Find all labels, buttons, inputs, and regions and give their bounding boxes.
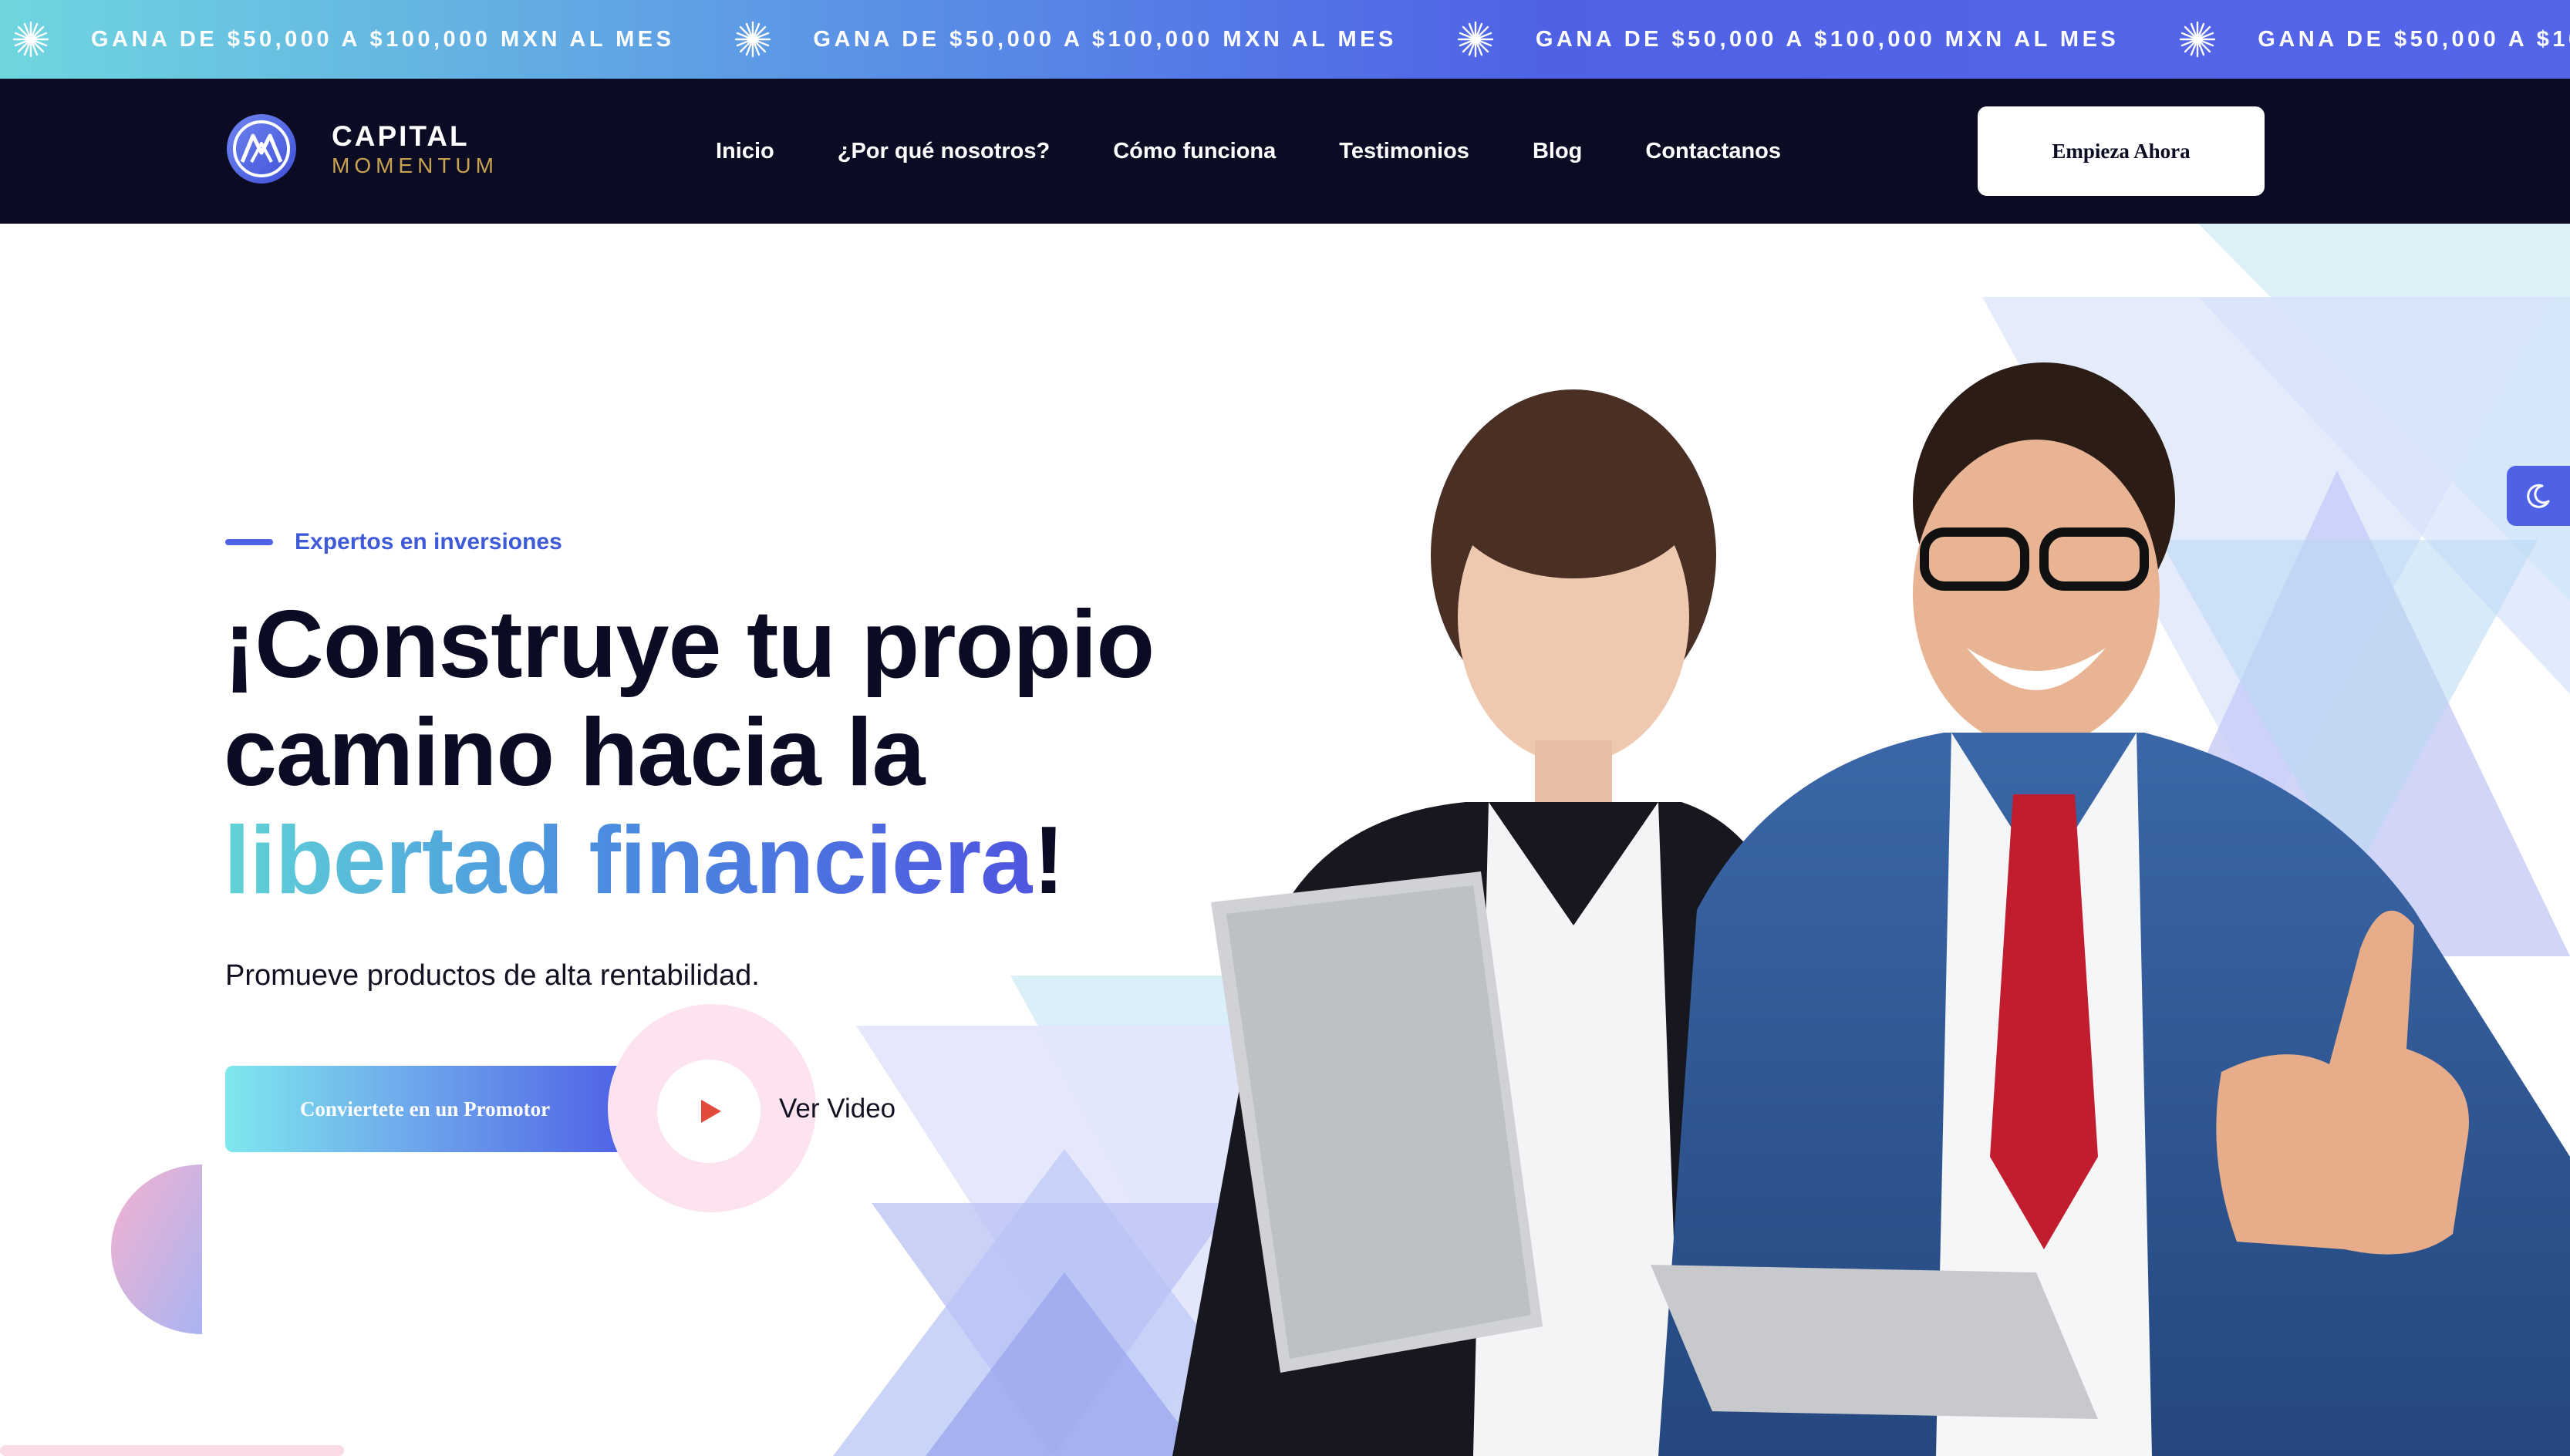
headline-highlight: libertad financiera bbox=[224, 807, 1034, 914]
promo-marquee: GANA DE $50,000 A $100,000 MXN AL MES GA… bbox=[0, 0, 2570, 79]
marquee-text: GANA DE $50,000 A $100,000 MXN AL MES bbox=[1535, 26, 2120, 52]
decor-strip bbox=[0, 1445, 344, 1456]
headline-end: ! bbox=[1033, 807, 1064, 914]
logo-line1: CAPITAL bbox=[332, 120, 470, 152]
play-video-button[interactable] bbox=[657, 1060, 761, 1163]
logo[interactable]: CAPITAL MOMENTUM bbox=[225, 113, 498, 185]
capital-momentum-logo-icon bbox=[227, 114, 296, 184]
marquee-text: GANA DE $50,000 A $100,000 MXN AL MES bbox=[813, 26, 1397, 52]
sparkle-icon bbox=[2180, 21, 2216, 58]
hero-headline: ¡Construye tu propio camino hacia la lib… bbox=[224, 591, 1304, 915]
ver-video-link[interactable]: Ver Video bbox=[779, 1094, 895, 1124]
marquee-item: GANA DE $50,000 A $100,000 MXN AL MES bbox=[2167, 19, 2570, 59]
nav-link-blog[interactable]: Blog bbox=[1533, 139, 1582, 164]
conviertete-promotor-button[interactable]: Conviertete en un Promotor bbox=[225, 1066, 625, 1152]
sparkle-icon bbox=[735, 21, 771, 58]
eyebrow-text: Expertos en inversiones bbox=[295, 529, 562, 554]
marquee-item: GANA DE $50,000 A $100,000 MXN AL MES bbox=[0, 19, 722, 59]
decor-half-circle bbox=[111, 1164, 202, 1334]
sparkle-icon bbox=[12, 21, 49, 58]
hero-subtitle: Promueve productos de alta rentabilidad. bbox=[225, 959, 760, 992]
marquee-item: GANA DE $50,000 A $100,000 MXN AL MES bbox=[722, 19, 1444, 59]
logo-line2: MOMENTUM bbox=[332, 153, 498, 177]
play-icon bbox=[701, 1100, 721, 1123]
site-header: CAPITAL MOMENTUM Inicio ¿Por qué nosotro… bbox=[0, 79, 2570, 224]
sparkle-icon bbox=[1457, 21, 1494, 58]
headline-line-3: libertad financiera! bbox=[224, 807, 1304, 915]
nav-link-como-funciona[interactable]: Cómo funciona bbox=[1113, 139, 1276, 164]
nav-link-inicio[interactable]: Inicio bbox=[716, 139, 774, 164]
hero-eyebrow: Expertos en inversiones bbox=[225, 529, 562, 555]
marquee-text: GANA DE $50,000 A $100,000 MXN AL MES bbox=[2258, 26, 2570, 52]
marquee-item: GANA DE $50,000 A $100,000 MXN AL MES bbox=[1445, 19, 2167, 59]
marquee-text: GANA DE $50,000 A $100,000 MXN AL MES bbox=[91, 26, 675, 52]
main-nav: Inicio ¿Por qué nosotros? Cómo funciona … bbox=[716, 79, 1844, 224]
nav-link-por-que-nosotros[interactable]: ¿Por qué nosotros? bbox=[838, 139, 1051, 164]
headline-line-2: camino hacia la bbox=[224, 699, 926, 806]
dark-mode-toggle[interactable] bbox=[2507, 466, 2570, 526]
headline-line-1: ¡Construye tu propio bbox=[224, 592, 1155, 698]
empieza-ahora-button[interactable]: Empieza Ahora bbox=[1978, 106, 2265, 196]
nav-link-contactanos[interactable]: Contactanos bbox=[1645, 139, 1781, 164]
logo-text: CAPITAL MOMENTUM bbox=[332, 122, 498, 177]
moon-icon bbox=[2527, 484, 2550, 508]
marquee-track: GANA DE $50,000 A $100,000 MXN AL MES GA… bbox=[0, 0, 2570, 79]
nav-link-testimonios[interactable]: Testimonios bbox=[1339, 139, 1469, 164]
eyebrow-accent-bar bbox=[225, 539, 273, 545]
